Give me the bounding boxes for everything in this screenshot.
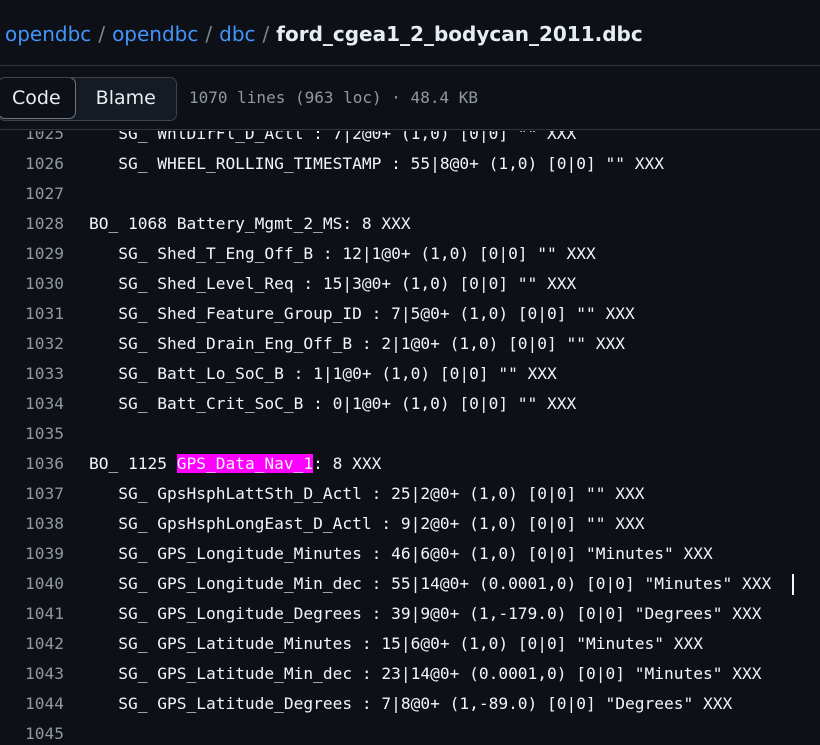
line-number[interactable]: 1033 xyxy=(0,359,64,389)
line-text: SG_ Shed_Feature_Group_ID : 7|5@0+ (1,0)… xyxy=(89,304,635,323)
line-text: SG_ GPS_Latitude_Min_dec : 23|14@0+ (0.0… xyxy=(89,664,762,683)
line-text-segment: BO_ 1125 xyxy=(89,454,177,473)
code-line: 1040 SG_ GPS_Longitude_Min_dec : 55|14@0… xyxy=(0,569,820,599)
line-text: SG_ Batt_Lo_SoC_B : 1|1@0+ (1,0) [0|0] "… xyxy=(89,364,557,383)
code-line: 1029 SG_ Shed_T_Eng_Off_B : 12|1@0+ (1,0… xyxy=(0,239,820,269)
code-view-button[interactable]: Code xyxy=(0,78,76,119)
line-text: SG_ GPS_Longitude_Min_dec : 55|14@0+ (0.… xyxy=(89,574,772,593)
line-text: SG_ GpsHsphLongEast_D_Actl : 9|2@0+ (1,0… xyxy=(89,514,645,533)
line-text: SG_ GPS_Latitude_Minutes : 15|6@0+ (1,0)… xyxy=(89,634,703,653)
code-line: 1028 BO_ 1068 Battery_Mgmt_2_MS: 8 XXX xyxy=(0,209,820,239)
breadcrumb-separator: / xyxy=(98,22,106,46)
line-number[interactable]: 1034 xyxy=(0,389,64,419)
line-text: SG_ Shed_Drain_Eng_Off_B : 2|1@0+ (1,0) … xyxy=(89,334,626,353)
line-number[interactable]: 1027 xyxy=(0,179,64,209)
breadcrumb-separator: / xyxy=(262,22,270,46)
line-text: SG_ WHEEL_ROLLING_TIMESTAMP : 55|8@0+ (1… xyxy=(89,154,664,173)
code-line: 1045 xyxy=(0,719,820,745)
line-text: SG_ GPS_Longitude_Degrees : 39|9@0+ (1,-… xyxy=(89,604,762,623)
line-number[interactable]: 1035 xyxy=(0,419,64,449)
line-text: BO_ 1068 Battery_Mgmt_2_MS: 8 XXX xyxy=(89,214,411,233)
line-number[interactable]: 1032 xyxy=(0,329,64,359)
line-number[interactable]: 1031 xyxy=(0,299,64,329)
line-number[interactable]: 1025 xyxy=(0,131,64,149)
code-line: 1033 SG_ Batt_Lo_SoC_B : 1|1@0+ (1,0) [0… xyxy=(0,359,820,389)
text-cursor xyxy=(792,574,794,595)
line-number[interactable]: 1030 xyxy=(0,269,64,299)
code-viewer[interactable]: 1025 SG_ WhlDirFl_D_Actl : 7|2@0+ (1,0) … xyxy=(0,131,820,745)
line-text-segment: : 8 XXX xyxy=(313,454,382,473)
code-line: 1037 SG_ GpsHsphLattSth_D_Actl : 25|2@0+… xyxy=(0,479,820,509)
code-line: 1039 SG_ GPS_Longitude_Minutes : 46|6@0+… xyxy=(0,539,820,569)
line-number[interactable]: 1041 xyxy=(0,599,64,629)
file-info: 1070 lines (963 loc) · 48.4 KB xyxy=(189,88,478,107)
line-number[interactable]: 1043 xyxy=(0,659,64,689)
line-number[interactable]: 1026 xyxy=(0,149,64,179)
code-line: 1025 SG_ WhlDirFl_D_Actl : 7|2@0+ (1,0) … xyxy=(0,131,820,149)
code-line: 1026 SG_ WHEEL_ROLLING_TIMESTAMP : 55|8@… xyxy=(0,149,820,179)
line-number[interactable]: 1037 xyxy=(0,479,64,509)
code-line: 1036 BO_ 1125 GPS_Data_Nav_1: 8 XXX xyxy=(0,449,820,479)
breadcrumb-link-root[interactable]: opendbc xyxy=(112,22,198,46)
code-line: 1031 SG_ Shed_Feature_Group_ID : 7|5@0+ … xyxy=(0,299,820,329)
blame-view-button[interactable]: Blame xyxy=(75,78,176,120)
code-line: 1038 SG_ GpsHsphLongEast_D_Actl : 9|2@0+… xyxy=(0,509,820,539)
code-line: 1030 SG_ Shed_Level_Req : 15|3@0+ (1,0) … xyxy=(0,269,820,299)
breadcrumb-current-file: ford_cgea1_2_bodycan_2011.dbc xyxy=(276,22,643,46)
code-line: 1044 SG_ GPS_Latitude_Degrees : 7|8@0+ (… xyxy=(0,689,820,719)
code-line: 1032 SG_ Shed_Drain_Eng_Off_B : 2|1@0+ (… xyxy=(0,329,820,359)
file-toolbar: Code Blame 1070 lines (963 loc) · 48.4 K… xyxy=(0,66,820,130)
breadcrumb-separator: / xyxy=(205,22,213,46)
code-line: 1027 xyxy=(0,179,820,209)
line-number[interactable]: 1040 xyxy=(0,569,64,599)
line-text: SG_ Shed_T_Eng_Off_B : 12|1@0+ (1,0) [0|… xyxy=(89,244,596,263)
line-text: SG_ GPS_Latitude_Degrees : 7|8@0+ (1,-89… xyxy=(89,694,733,713)
line-number[interactable]: 1039 xyxy=(0,539,64,569)
code-line: 1034 SG_ Batt_Crit_SoC_B : 0|1@0+ (1,0) … xyxy=(0,389,820,419)
line-number[interactable]: 1028 xyxy=(0,209,64,239)
line-text: SG_ WhlDirFl_D_Actl : 7|2@0+ (1,0) [0|0]… xyxy=(89,131,577,143)
code-line: 1042 SG_ GPS_Latitude_Minutes : 15|6@0+ … xyxy=(0,629,820,659)
breadcrumb-link-repo[interactable]: opendbc xyxy=(5,22,91,46)
breadcrumb: opendbc / opendbc / dbc / ford_cgea1_2_bodycan… xyxy=(5,19,643,49)
code-lines: 1025 SG_ WhlDirFl_D_Actl : 7|2@0+ (1,0) … xyxy=(0,131,820,745)
line-text: BO_ 1125 GPS_Data_Nav_1: 8 XXX xyxy=(89,449,381,479)
line-text: SG_ Batt_Crit_SoC_B : 0|1@0+ (1,0) [0|0]… xyxy=(89,394,577,413)
search-highlight: GPS_Data_Nav_1 xyxy=(176,454,314,473)
line-number[interactable]: 1045 xyxy=(0,719,64,745)
code-line: 1043 SG_ GPS_Latitude_Min_dec : 23|14@0+… xyxy=(0,659,820,689)
code-line: 1035 xyxy=(0,419,820,449)
view-mode-toggle: Code Blame xyxy=(0,77,177,121)
line-number[interactable]: 1029 xyxy=(0,239,64,269)
line-number[interactable]: 1042 xyxy=(0,629,64,659)
line-text: SG_ GpsHsphLattSth_D_Actl : 25|2@0+ (1,0… xyxy=(89,484,645,503)
line-number[interactable]: 1036 xyxy=(0,449,64,479)
breadcrumb-link-dbc[interactable]: dbc xyxy=(219,22,255,46)
line-number[interactable]: 1044 xyxy=(0,689,64,719)
line-text: SG_ GPS_Longitude_Minutes : 46|6@0+ (1,0… xyxy=(89,544,713,563)
line-text: SG_ Shed_Level_Req : 15|3@0+ (1,0) [0|0]… xyxy=(89,274,577,293)
code-line: 1041 SG_ GPS_Longitude_Degrees : 39|9@0+… xyxy=(0,599,820,629)
line-number[interactable]: 1038 xyxy=(0,509,64,539)
